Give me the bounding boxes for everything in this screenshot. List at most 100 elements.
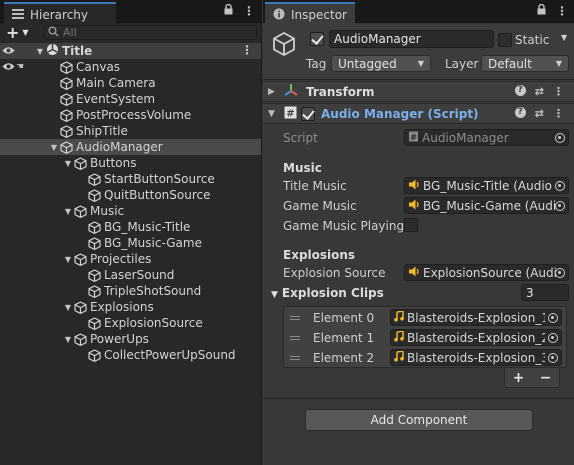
hierarchy-row[interactable]: BG_Music-Title (0, 219, 261, 235)
help-icon[interactable]: ? (514, 107, 526, 118)
game-music-playing-checkbox[interactable] (404, 218, 418, 232)
hierarchy-tree: ▼ Title ⋮ ☚ Canvas Main Camera EventSystem P… (0, 43, 261, 363)
tag-label: Tag (306, 57, 327, 71)
csharp-script-icon: # (284, 106, 297, 122)
hierarchy-search[interactable] (44, 25, 257, 40)
script-field[interactable]: # AudioManager (404, 129, 569, 146)
hierarchy-row[interactable]: ▼ Buttons (0, 155, 261, 171)
chevron-down-icon[interactable]: ▼ (48, 143, 60, 152)
create-button[interactable]: + ▼ (6, 23, 36, 42)
remove-element-button[interactable]: − (540, 370, 552, 386)
gameobject-cube-icon (88, 236, 101, 250)
hierarchy-row[interactable]: Main Camera (0, 75, 261, 91)
hierarchy-row[interactable]: ▼ PowerUps (0, 331, 261, 347)
gameobject-cube-icon (88, 172, 101, 186)
add-component-button[interactable]: Add Component (305, 409, 533, 431)
object-picker-icon[interactable] (555, 133, 565, 143)
object-picker-icon[interactable] (555, 268, 565, 278)
hierarchy-row[interactable]: ☚ Canvas (0, 59, 261, 75)
static-checkbox[interactable] (498, 33, 512, 47)
object-picker-icon[interactable] (548, 333, 558, 343)
object-picker-icon[interactable] (555, 201, 565, 211)
scene-row-title[interactable]: ▼ Title ⋮ (0, 43, 261, 59)
pick-hand-icon[interactable]: ☚ (16, 62, 24, 72)
add-element-button[interactable]: + (513, 370, 525, 386)
visibility-eye-icon[interactable] (2, 60, 15, 74)
chevron-right-icon[interactable]: ▶ (268, 87, 282, 97)
hierarchy-row[interactable]: EventSystem (0, 91, 261, 107)
explosion-clips-count[interactable] (521, 284, 569, 301)
help-icon[interactable]: ? (514, 85, 526, 96)
lock-icon[interactable] (224, 3, 233, 18)
tab-inspector[interactable]: Inspector (265, 2, 355, 24)
script-file-icon: # (408, 131, 419, 145)
title-music-value: BG_Music-Title (Audio S (423, 178, 561, 193)
object-picker-icon[interactable] (555, 181, 565, 191)
title-music-field[interactable]: BG_Music-Title (Audio S (404, 177, 569, 194)
hierarchy-row[interactable]: ShipTitle (0, 123, 261, 139)
preset-sliders-icon[interactable]: ⇄ (535, 85, 544, 98)
object-picker-icon[interactable] (548, 313, 558, 323)
gameobject-cube-icon (271, 31, 299, 59)
object-name-field[interactable] (329, 30, 494, 48)
drag-handle-icon[interactable] (290, 356, 300, 360)
chevron-down-icon[interactable]: ▼ (62, 159, 74, 168)
hierarchy-row[interactable]: CollectPowerUpSound (0, 347, 261, 363)
list-item[interactable]: Element 0 Blasteroids-Explosion_1 (284, 308, 566, 328)
element-clip-field[interactable]: Blasteroids-Explosion_1 (390, 309, 562, 326)
hierarchy-row[interactable]: ▼ Music (0, 203, 261, 219)
game-music-field[interactable]: BG_Music-Game (Audic (404, 197, 569, 214)
explosion-clips-header[interactable]: ▼ Explosion Clips (271, 286, 384, 300)
hierarchy-row[interactable]: ▼ Explosions (0, 299, 261, 315)
hierarchy-row[interactable]: BG_Music-Game (0, 235, 261, 251)
element-clip-field[interactable]: Blasteroids-Explosion_3 (390, 349, 562, 366)
preset-sliders-icon[interactable]: ⇄ (535, 107, 544, 120)
chevron-down-icon[interactable]: ▼ (62, 303, 74, 312)
element-clip-value: Blasteroids-Explosion_1 (407, 310, 545, 325)
hierarchy-row[interactable]: LaserSound (0, 267, 261, 283)
hierarchy-row[interactable]: StartButtonSource (0, 171, 261, 187)
hierarchy-row[interactable]: TripleShotSound (0, 283, 261, 299)
visibility-eye-icon[interactable] (2, 44, 15, 58)
drag-handle-icon[interactable] (290, 336, 300, 340)
chevron-down-icon[interactable]: ▼ (34, 47, 46, 56)
component-menu-icon[interactable]: ⋮ (553, 85, 564, 98)
script-component-header[interactable]: ▼ # Audio Manager (Script) ? ⇄ ⋮ (263, 103, 574, 124)
script-component-title: Audio Manager (Script) (321, 106, 479, 121)
chevron-down-icon[interactable]: ▼ (62, 255, 74, 264)
scene-menu-icon[interactable]: ⋮ (241, 43, 253, 57)
hierarchy-row[interactable]: PostProcessVolume (0, 107, 261, 123)
search-input[interactable] (63, 26, 243, 39)
chevron-down-icon[interactable]: ▼ (62, 207, 74, 216)
info-icon (273, 8, 285, 23)
tab-hierarchy[interactable]: Hierarchy (4, 2, 116, 24)
hierarchy-row[interactable]: ▼ Projectiles (0, 251, 261, 267)
list-item[interactable]: Element 2 Blasteroids-Explosion_3 (284, 348, 566, 368)
layer-dropdown[interactable]: Default ▼ (481, 55, 569, 72)
hierarchy-row[interactable]: QuitButtonSource (0, 187, 261, 203)
component-menu-icon[interactable]: ⋮ (553, 107, 564, 120)
transform-component-header[interactable]: ▶ Transform ? ⇄ ⋮ (263, 81, 574, 102)
hierarchy-row[interactable]: ExplosionSource (0, 315, 261, 331)
hierarchy-row[interactable]: ▼ AudioManager (0, 139, 261, 155)
hierarchy-row-label: ExplosionSource (104, 316, 203, 330)
drag-handle-icon[interactable] (290, 316, 300, 320)
chevron-down-icon[interactable]: ▼ (561, 33, 567, 42)
element-clip-value: Blasteroids-Explosion_2 (407, 330, 545, 345)
element-clip-field[interactable]: Blasteroids-Explosion_2 (390, 329, 562, 346)
chevron-down-icon[interactable]: ▼ (62, 335, 74, 344)
tag-dropdown[interactable]: Untagged ▼ (331, 55, 431, 72)
lock-icon[interactable] (537, 3, 546, 18)
gameobject-cube-icon (88, 188, 101, 202)
panel-menu-icon[interactable]: ⋮ (556, 4, 568, 18)
explosion-source-field[interactable]: ExplosionSource (Audio (404, 264, 569, 281)
chevron-down-icon[interactable]: ▼ (268, 109, 282, 119)
gameobject-cube-icon (88, 268, 101, 282)
active-checkbox[interactable] (310, 32, 324, 46)
object-picker-icon[interactable] (548, 353, 558, 363)
list-item[interactable]: Element 1 Blasteroids-Explosion_2 (284, 328, 566, 348)
script-enabled-checkbox[interactable] (301, 106, 315, 121)
tab-hierarchy-label: Hierarchy (30, 8, 89, 22)
panel-menu-icon[interactable]: ⋮ (243, 4, 255, 18)
gameobject-header: Static ▼ Tag Untagged ▼ Layer Default ▼ (263, 24, 574, 80)
